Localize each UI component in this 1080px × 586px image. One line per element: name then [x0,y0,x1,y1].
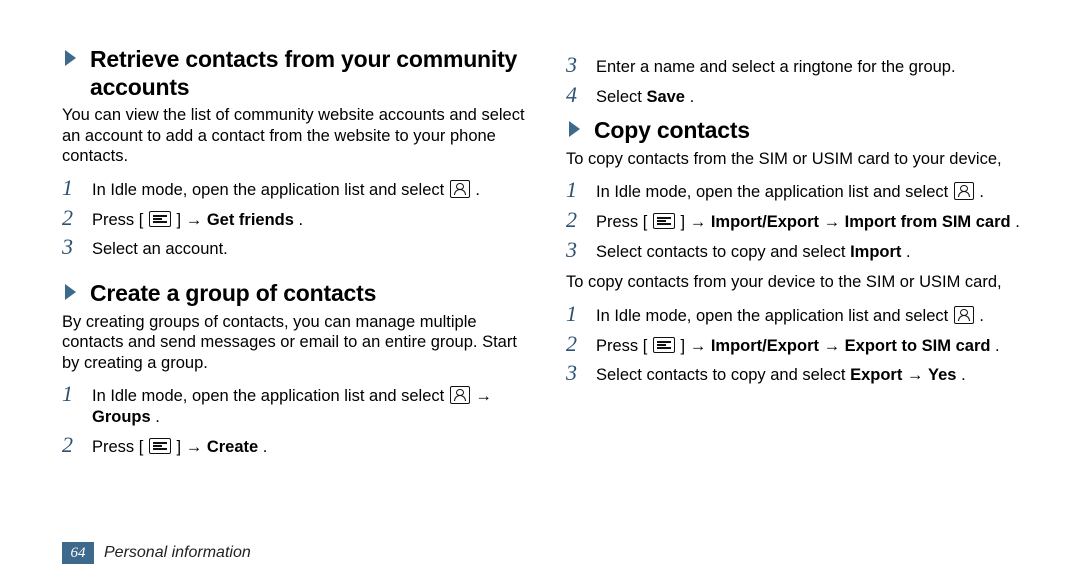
step-number: 2 [62,207,82,229]
step-row: 2 Press [ ] → Import/Export → Export to … [566,333,1030,357]
step-number: 3 [62,236,82,258]
step-row: 2 Press [ ] → Import/Export → Import fro… [566,209,1030,233]
step-row: 2 Press [ ] → Create . [62,434,526,458]
step-text: Press [ ] → Get friends . [92,210,526,231]
steps-copy-b: 1 In Idle mode, open the application lis… [566,303,1030,386]
step-number: 3 [566,362,586,384]
step-number: 3 [566,239,586,261]
steps-copy-a: 1 In Idle mode, open the application lis… [566,179,1030,262]
step-number: 1 [62,383,82,405]
chevron-right-icon [62,283,80,307]
step-row: 1 In Idle mode, open the application lis… [566,303,1030,327]
step-number: 1 [566,303,586,325]
menu-icon [653,337,675,353]
heading-copy: Copy contacts [594,117,750,145]
step-text: Press [ ] → Create . [92,437,526,458]
para-retrieve: You can view the list of community websi… [62,105,526,167]
steps-group-cont: 3 Enter a name and select a ringtone for… [566,54,1030,107]
step-text: Press [ ] → Import/Export → Export to SI… [596,336,1030,357]
step-row: 3 Select contacts to copy and select Imp… [566,239,1030,263]
step-text: In Idle mode, open the application list … [92,386,526,427]
step-text: Select contacts to copy and select Expor… [596,365,1030,386]
page: Retrieve contacts from your community ac… [0,0,1080,586]
para-copy-2: To copy contacts from your device to the… [566,272,1030,293]
step-number: 2 [62,434,82,456]
contacts-icon [954,182,974,200]
step-row: 1 In Idle mode, open the application lis… [566,179,1030,203]
step-row: 3 Select an account. [62,236,526,260]
menu-icon [653,213,675,229]
step-row: 4 Select Save . [566,84,1030,108]
left-column: Retrieve contacts from your community ac… [62,40,526,586]
contacts-icon [954,306,974,324]
page-footer: 64 Personal information [62,542,251,564]
heading-retrieve: Retrieve contacts from your community ac… [90,46,526,101]
step-text: Select Save . [596,87,1030,108]
step-text: Select an account. [92,239,526,260]
footer-label: Personal information [104,543,251,563]
para-group: By creating groups of contacts, you can … [62,312,526,374]
step-text: In Idle mode, open the application list … [596,182,1030,203]
section-head-copy: Copy contacts [566,117,1030,145]
menu-icon [149,438,171,454]
step-number: 2 [566,209,586,231]
step-text: Press [ ] → Import/Export → Import from … [596,212,1030,233]
step-text: Enter a name and select a ringtone for t… [596,57,1030,78]
section-head-retrieve: Retrieve contacts from your community ac… [62,46,526,101]
right-column: 3 Enter a name and select a ringtone for… [566,40,1030,586]
chevron-right-icon [566,120,584,144]
contacts-icon [450,386,470,404]
step-number: 3 [566,54,586,76]
page-number: 64 [62,542,94,564]
step-row: 3 Select contacts to copy and select Exp… [566,362,1030,386]
step-number: 2 [566,333,586,355]
step-row: 3 Enter a name and select a ringtone for… [566,54,1030,78]
section-head-group: Create a group of contacts [62,280,526,308]
step-row: 2 Press [ ] → Get friends . [62,207,526,231]
menu-icon [149,211,171,227]
steps-group: 1 In Idle mode, open the application lis… [62,383,526,457]
step-text: In Idle mode, open the application list … [596,306,1030,327]
chevron-right-icon [62,49,80,73]
step-row: 1 In Idle mode, open the application lis… [62,383,526,427]
step-number: 1 [566,179,586,201]
heading-group: Create a group of contacts [90,280,376,308]
contacts-icon [450,180,470,198]
para-copy-1: To copy contacts from the SIM or USIM ca… [566,149,1030,170]
steps-retrieve: 1 In Idle mode, open the application lis… [62,177,526,260]
step-number: 1 [62,177,82,199]
step-text: In Idle mode, open the application list … [92,180,526,201]
step-text: Select contacts to copy and select Impor… [596,242,1030,263]
step-number: 4 [566,84,586,106]
step-row: 1 In Idle mode, open the application lis… [62,177,526,201]
